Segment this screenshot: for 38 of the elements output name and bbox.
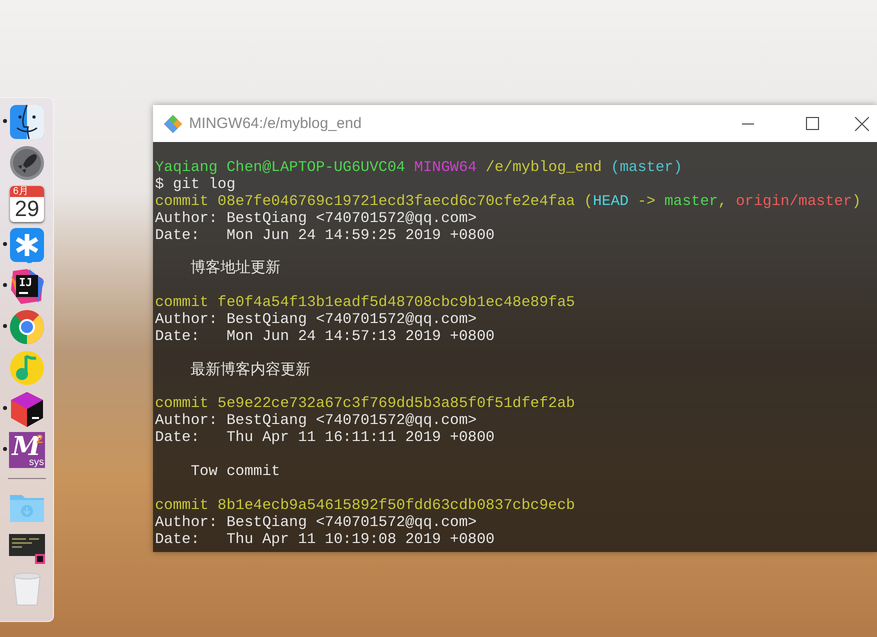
date-line: Date: Mon Jun 24 14:59:25 2019 +0800	[155, 228, 495, 244]
prompt-user-host: Yaqiang Chen@LAPTOP-UG6UVC04	[155, 160, 406, 176]
author-line: Author: BestQiang <740701572@qq.com>	[155, 312, 477, 328]
ref-name: master	[664, 194, 718, 210]
commit-message: Tow commit	[190, 464, 280, 480]
commit-message: 最新博客内容更新	[190, 362, 311, 379]
ref-punctuation: (	[582, 194, 593, 210]
commit-hash-line: commit 5e9e22ce732a67c3f769dd5b3a85f0f51dfef2ab	[155, 396, 575, 412]
date-line: Date: Mon Jun 24 14:57:13 2019 +0800	[155, 328, 495, 345]
rocket-icon[interactable]	[9, 145, 45, 181]
author-line: Author: BestQiang <740701572@qq.com>	[155, 413, 477, 430]
commit-hash-line: commit 8b1e4ecb9a54615892f50fdd63cdb0837cbc9ecb	[155, 498, 575, 514]
prompt-branch: (master)	[610, 160, 682, 176]
ref-name: HEAD	[592, 194, 629, 210]
cube-icon[interactable]	[9, 391, 45, 427]
date-line: Date: Thu Apr 11 10:19:08 2019 +0800	[155, 532, 495, 548]
close-icon	[855, 116, 869, 130]
commit-message: 博客地址更新	[190, 261, 281, 278]
chat-bubble-icon[interactable]	[9, 227, 45, 263]
window-title: MINGW64:/e/myblog_end	[189, 115, 363, 132]
smiling-face-icon[interactable]	[9, 104, 45, 140]
calendar-icon[interactable]: 6月 29	[10, 186, 44, 222]
commit-hash-line: commit fe0f4a54f13b1eadf5d48708cbc9b1ec48e89fa5	[155, 295, 575, 312]
prompt-system: MINGW64	[414, 160, 477, 176]
git-logo-icon	[163, 114, 183, 134]
author-line: Author: BestQiang <740701572@qq.com>	[155, 514, 477, 531]
command-line: $ git log	[155, 176, 236, 193]
ref-punctuation: )	[852, 194, 861, 210]
ref-punctuation: ,	[718, 194, 728, 210]
commit-hash-line: commit 08e7fe046769c19721ecd3faecd6c70cfe2e4faa	[155, 194, 575, 210]
ide-icon[interactable]: IJ	[9, 268, 45, 304]
date-line: Date: Thu Apr 11 16:11:11 2019 +0800	[155, 430, 495, 446]
chrome-icon[interactable]	[9, 309, 45, 345]
author-line: Author: BestQiang <740701572@qq.com>	[155, 210, 477, 227]
prompt-path: /e/myblog_end	[486, 160, 602, 176]
ref-punctuation: ->	[636, 194, 656, 210]
maximize-icon	[806, 117, 818, 130]
ref-name: origin/master	[736, 194, 852, 210]
